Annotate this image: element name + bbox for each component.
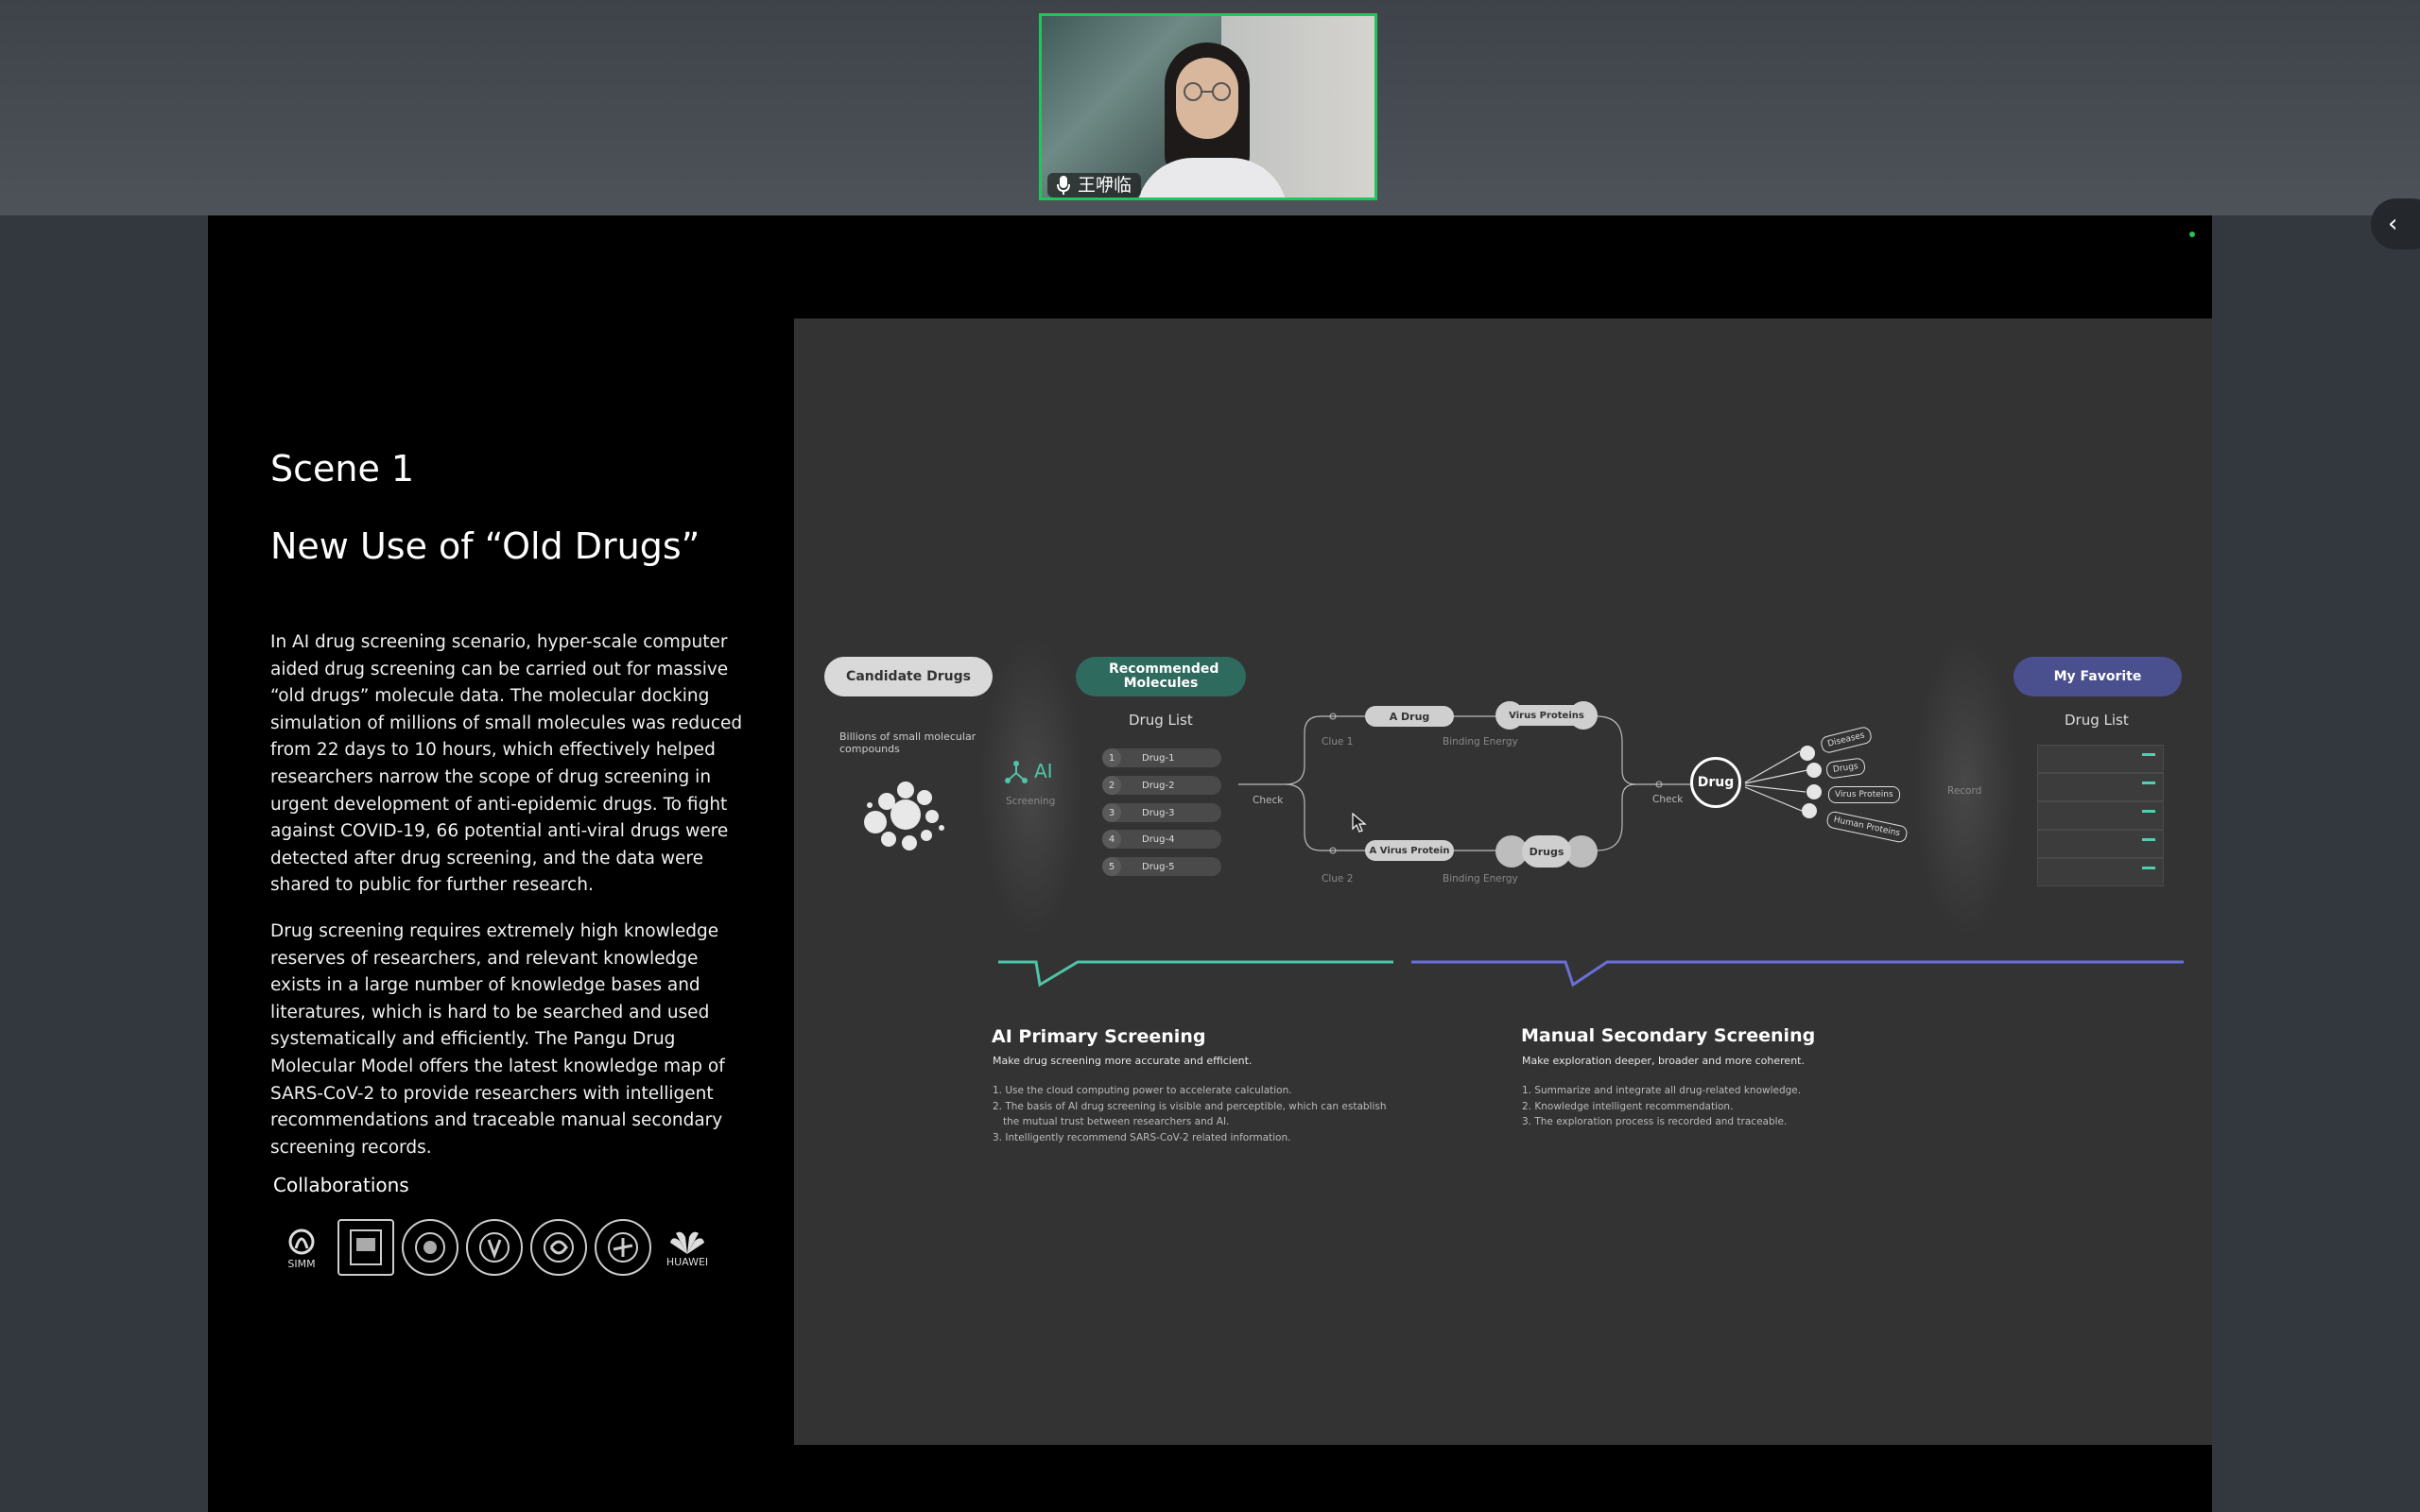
a-drug-node: A Drug: [1365, 706, 1454, 727]
drug-name: Drug-1: [1142, 752, 1175, 764]
recommended-molecules-pill: Recommended Molecules: [1076, 657, 1246, 696]
drug-name: Drug-4: [1142, 833, 1175, 845]
virus-proteins-label: Virus Proteins: [1509, 710, 1584, 721]
ai-primary-screening-list: 1. Use the cloud computing power to acce…: [993, 1083, 1387, 1145]
ai-list-item: 2. The basis of AI drug screening is vis…: [993, 1100, 1387, 1112]
manual-secondary-screening-list: 1. Summarize and integrate all drug-rela…: [1522, 1083, 1801, 1130]
drug-number: 4: [1102, 830, 1121, 849]
recommended-drug-list-title: Drug List: [1129, 712, 1193, 729]
drug-list-item[interactable]: 5 Drug-5: [1102, 857, 1221, 876]
drug-list-item[interactable]: 3 Drug-3: [1102, 803, 1221, 822]
mouse-cursor-icon: [1352, 813, 1367, 833]
drug-name: Drug-5: [1142, 861, 1175, 872]
manual-list-item: 1. Summarize and integrate all drug-rela…: [1522, 1085, 1802, 1096]
clue-2-label: Clue 2: [1322, 873, 1354, 885]
ai-list-item: 3. Intelligently recommend SARS-CoV-2 re…: [993, 1131, 1291, 1143]
tag-virus-proteins: Virus Proteins: [1828, 786, 1900, 803]
record-label: Record: [1947, 785, 1982, 797]
graph-node-dot: [1800, 746, 1815, 761]
my-favorite-label: My Favorite: [2053, 668, 2142, 684]
ai-label: AI: [1034, 760, 1053, 782]
candidate-drugs-label: Candidate Drugs: [846, 668, 971, 684]
drug-number: 1: [1102, 748, 1121, 767]
favorite-record-thumbnail[interactable]: [2037, 858, 2164, 886]
drug-number: 2: [1102, 776, 1121, 795]
clue-1-label: Clue 1: [1322, 736, 1354, 747]
drugs-node: Drugs: [1522, 835, 1571, 868]
drug-number: 3: [1102, 803, 1121, 822]
drug-list-item[interactable]: 2 Drug-2: [1102, 776, 1221, 795]
favorite-record-thumbnail[interactable]: [2037, 830, 2164, 858]
a-virus-protein-node: A Virus Protein: [1365, 840, 1454, 861]
graph-node-dot: [1806, 784, 1822, 799]
candidate-drugs-pill: Candidate Drugs: [824, 657, 993, 696]
recommended-molecules-label: Recommended Molecules: [1109, 662, 1219, 691]
drug-center-node: Drug: [1690, 757, 1741, 808]
candidate-drugs-description: Billions of small molecular compounds: [839, 730, 977, 755]
graph-node-dot: [1802, 803, 1817, 818]
favorite-record-thumbnail[interactable]: [2037, 801, 2164, 830]
favorite-record-thumbnail[interactable]: [2037, 745, 2164, 773]
screening-label: Screening: [1006, 796, 1056, 807]
manual-secondary-screening-title: Manual Secondary Screening: [1521, 1025, 1816, 1046]
binding-energy-label-1: Binding Energy: [1443, 736, 1518, 747]
drug-list-item[interactable]: 1 Drug-1: [1102, 748, 1221, 767]
ai-network-icon: [1005, 761, 1028, 783]
my-favorite-pill: My Favorite: [2014, 657, 2182, 696]
virus-proteins-cluster: Virus Proteins: [1495, 699, 1598, 731]
binding-energy-label-2: Binding Energy: [1443, 873, 1518, 885]
ai-primary-screening-title: AI Primary Screening: [992, 1026, 1206, 1047]
drugs-cluster: Drugs: [1495, 833, 1598, 868]
drug-name: Drug-2: [1142, 780, 1175, 791]
manual-list-item: 3. The exploration process is recorded a…: [1522, 1116, 1788, 1127]
drug-number: 5: [1102, 857, 1121, 876]
check-label-1: Check: [1253, 795, 1284, 806]
favorite-record-thumbnail[interactable]: [2037, 773, 2164, 801]
ai-primary-screening-subtitle: Make drug screening more accurate and ef…: [993, 1055, 1253, 1067]
virus-proteins-node: Virus Proteins: [1505, 705, 1588, 726]
graph-node-dot: [1806, 763, 1822, 778]
favorite-drug-list-title: Drug List: [2065, 712, 2129, 729]
molecule-cluster-icon: [864, 782, 944, 850]
ai-list-item: the mutual trust between researchers and…: [1003, 1116, 1230, 1127]
a-drug-label: A Drug: [1389, 710, 1430, 723]
manual-list-item: 2. Knowledge intelligent recommendation.: [1522, 1100, 1734, 1112]
drug-name: Drug-3: [1142, 807, 1175, 818]
drug-center-label: Drug: [1697, 775, 1735, 790]
drug-list-item[interactable]: 4 Drug-4: [1102, 830, 1221, 849]
a-virus-protein-label: A Virus Protein: [1369, 845, 1450, 856]
manual-secondary-screening-subtitle: Make exploration deeper, broader and mor…: [1522, 1055, 1805, 1067]
check-label-2: Check: [1652, 794, 1684, 805]
ai-list-item: 1. Use the cloud computing power to acce…: [993, 1085, 1292, 1096]
drugs-node-label: Drugs: [1529, 845, 1564, 858]
